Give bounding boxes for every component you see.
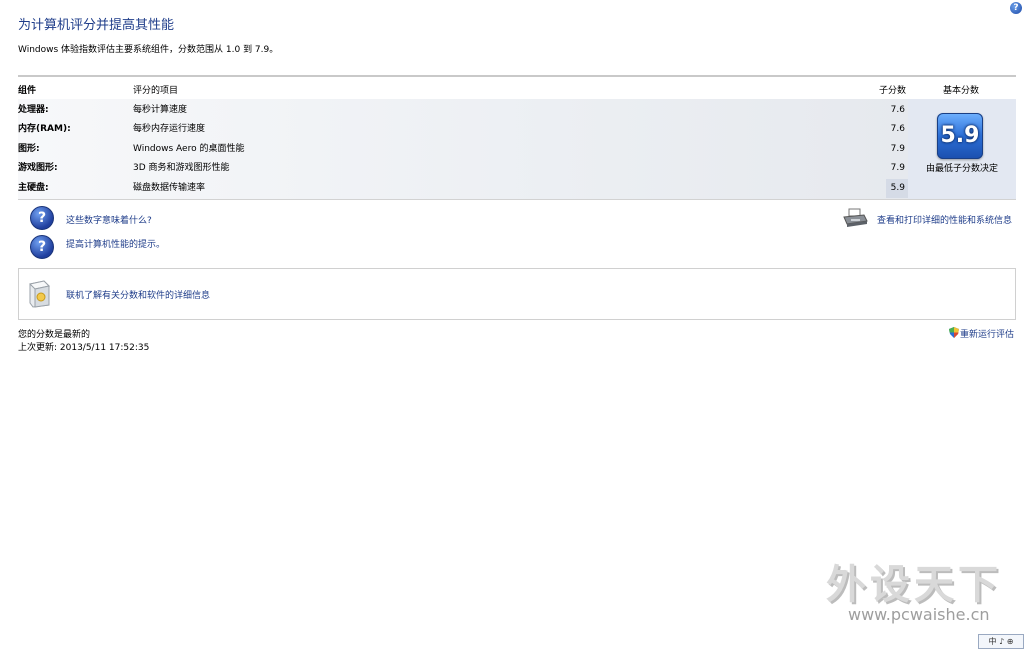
shield-icon <box>949 327 959 338</box>
column-header-component: 组件 <box>18 86 37 96</box>
row-item: Windows Aero 的桌面性能 <box>133 144 245 154</box>
watermark-url: www.pcwaishe.cn <box>848 605 990 624</box>
row-item: 每秒计算速度 <box>133 105 188 115</box>
help-icon[interactable]: ? <box>1010 2 1022 14</box>
column-header-subscore: 子分数 <box>879 86 907 96</box>
print-details-link[interactable]: 查看和打印详细的性能和系统信息 <box>877 213 1012 226</box>
row-subscore: 7.6 <box>890 105 905 115</box>
page-description: Windows 体验指数评估主要系统组件，分数范围从 1.0 到 7.9。 <box>18 45 279 55</box>
row-component: 处理器: <box>18 105 49 115</box>
row-item: 3D 商务和游戏图形性能 <box>133 163 230 173</box>
question-icon[interactable]: ? <box>30 235 54 259</box>
row-subscore: 7.9 <box>890 163 905 173</box>
row-component: 游戏图形: <box>18 163 58 173</box>
question-icon[interactable]: ? <box>30 206 54 230</box>
ime-indicator[interactable]: 中 ♪ ⊕ <box>978 634 1024 649</box>
table-row: 游戏图形: 3D 商务和游戏图形性能 7.9 <box>18 159 908 178</box>
row-component: 图形: <box>18 144 40 154</box>
improve-tips-link[interactable]: 提高计算机性能的提示。 <box>66 237 165 250</box>
table-divider <box>18 75 1016 77</box>
table-row: 处理器: 每秒计算速度 7.6 <box>18 101 908 120</box>
row-subscore: 5.9 <box>890 183 905 193</box>
table-row: 图形: Windows Aero 的桌面性能 7.9 <box>18 140 908 159</box>
what-numbers-mean-link[interactable]: 这些数字意味着什么? <box>66 213 152 226</box>
row-component: 主硬盘: <box>18 183 49 193</box>
watermark-logo: 外设天下 <box>826 562 1002 608</box>
column-header-base-score: 基本分数 <box>943 86 980 96</box>
online-info-link[interactable]: 联机了解有关分数和软件的详细信息 <box>66 288 210 301</box>
row-item: 每秒内存运行速度 <box>133 124 206 134</box>
status-text: 您的分数是最新的 <box>18 330 91 340</box>
row-item: 磁盘数据传输速率 <box>133 183 206 193</box>
table-row: 内存(RAM): 每秒内存运行速度 7.6 <box>18 120 908 139</box>
page-title: 为计算机评分并提高其性能 <box>18 18 175 33</box>
row-subscore: 7.6 <box>890 124 905 134</box>
column-header-item: 评分的项目 <box>133 86 179 96</box>
package-icon <box>26 278 52 308</box>
table-row: 主硬盘: 磁盘数据传输速率 5.9 <box>18 179 908 198</box>
row-subscore: 7.9 <box>890 144 905 154</box>
base-score-note: 由最低子分数决定 <box>925 164 998 174</box>
printer-icon[interactable] <box>842 208 868 228</box>
table-divider <box>18 199 1016 200</box>
base-score-badge: 5.9 <box>937 113 983 159</box>
last-updated-text: 上次更新: 2013/5/11 17:52:35 <box>18 343 150 353</box>
rerun-assessment-link[interactable]: 重新运行评估 <box>960 327 1014 340</box>
row-component: 内存(RAM): <box>18 124 71 134</box>
